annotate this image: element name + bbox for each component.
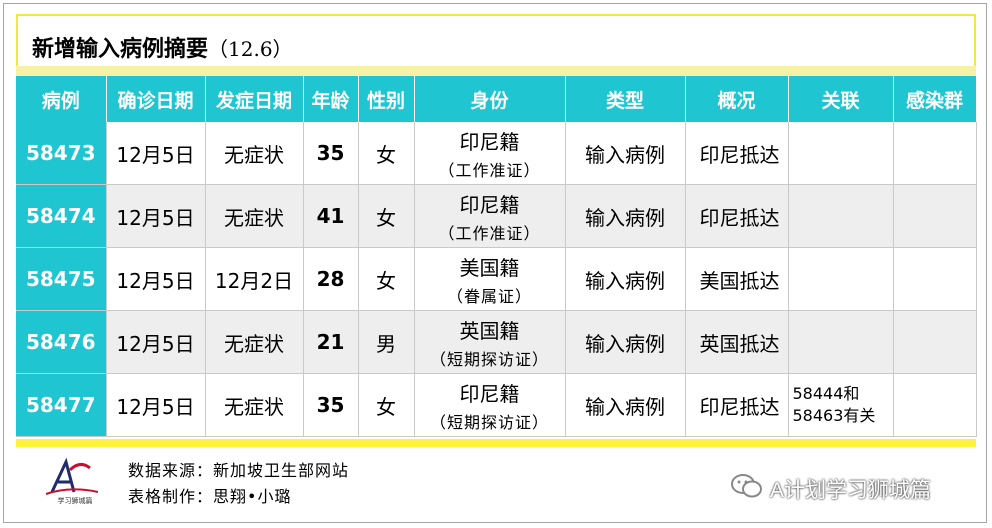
col-header-type: 类型 xyxy=(565,76,686,122)
page-title: 新增输入病例摘要（12.6） xyxy=(32,31,293,63)
cluster xyxy=(893,184,977,248)
table-row: 58473 12月5日 无症状 35 女 印尼籍 （工作准证） 输入病例 印尼抵达 xyxy=(16,122,977,185)
confirm-date: 12月5日 xyxy=(106,247,206,311)
age: 35 xyxy=(303,122,359,185)
link xyxy=(788,184,894,248)
cluster xyxy=(893,122,977,185)
case-type: 输入病例 xyxy=(565,247,686,311)
case-type: 输入病例 xyxy=(565,310,686,374)
table-row: 58476 12月5日 无症状 21 男 英国籍 （短期探访证） 输入病例 英国抵… xyxy=(16,310,977,374)
summary: 美国抵达 xyxy=(685,247,789,311)
cluster xyxy=(893,247,977,311)
col-header-identity: 身份 xyxy=(414,76,566,122)
cases-table: 病例 确诊日期 发症日期 年龄 性别 身份 类型 概况 关联 感染群 58473… xyxy=(16,76,977,437)
onset-date: 无症状 xyxy=(205,184,304,248)
link xyxy=(788,247,894,311)
confirm-date: 12月5日 xyxy=(106,184,206,248)
pass-type: （短期探访证） xyxy=(429,349,549,369)
col-header-cluster: 感染群 xyxy=(893,76,977,122)
age: 28 xyxy=(303,247,359,311)
case-type: 输入病例 xyxy=(565,122,686,185)
summary: 印尼抵达 xyxy=(685,122,789,185)
col-header-link: 关联 xyxy=(788,76,894,122)
onset-date: 无症状 xyxy=(205,122,304,185)
wechat-account-name: A计划学习狮城篇 xyxy=(770,478,932,502)
sex: 女 xyxy=(358,122,415,185)
cluster xyxy=(893,310,977,374)
case-type: 输入病例 xyxy=(565,184,686,248)
onset-date: 无症状 xyxy=(205,373,304,437)
col-header-summary: 概况 xyxy=(685,76,789,122)
footer-credits: 数据来源：新加坡卫生部网站 表格制作：思翔•小璐 xyxy=(128,458,349,510)
sex: 男 xyxy=(358,310,415,374)
onset-date: 无症状 xyxy=(205,310,304,374)
col-header-confirm-date: 确诊日期 xyxy=(106,76,206,122)
nationality: 印尼籍 xyxy=(459,192,520,217)
title-date: （12.6） xyxy=(208,37,293,61)
col-header-age: 年龄 xyxy=(303,76,359,122)
logo-text: 学习狮城篇 xyxy=(58,496,93,505)
link: 58444和58463有关 xyxy=(788,373,894,437)
pass-type: （短期探访证） xyxy=(429,412,549,432)
age: 21 xyxy=(303,310,359,374)
wechat-watermark: A计划学习狮城篇 xyxy=(730,472,931,505)
title-underline xyxy=(16,66,976,76)
logo-icon: 学习狮城篇 xyxy=(40,456,110,506)
title-main: 新增输入病例摘要 xyxy=(32,37,209,62)
table-row: 58474 12月5日 无症状 41 女 印尼籍 （工作准证） 输入病例 印尼抵达 xyxy=(16,184,977,248)
table-bottom-bar xyxy=(16,439,976,447)
link xyxy=(788,310,894,374)
confirm-date: 12月5日 xyxy=(106,122,206,185)
sex: 女 xyxy=(358,373,415,437)
table-maker: 表格制作：思翔•小璐 xyxy=(128,487,292,506)
pass-type: （眷属证） xyxy=(446,286,532,306)
nationality: 英国籍 xyxy=(459,318,520,343)
col-header-sex: 性别 xyxy=(358,76,415,122)
sex: 女 xyxy=(358,184,415,248)
table-row: 58477 12月5日 无症状 35 女 印尼籍 （短期探访证） 输入病例 印尼抵… xyxy=(16,373,977,437)
identity: 印尼籍 （工作准证） xyxy=(414,184,566,248)
summary: 印尼抵达 xyxy=(685,373,789,437)
table-header-row: 病例 确诊日期 发症日期 年龄 性别 身份 类型 概况 关联 感染群 xyxy=(16,76,977,122)
identity: 印尼籍 （短期探访证） xyxy=(414,373,566,437)
title-box: 新增输入病例摘要（12.6） xyxy=(16,14,976,66)
col-header-case: 病例 xyxy=(16,76,107,122)
age: 41 xyxy=(303,184,359,248)
link xyxy=(788,122,894,185)
cluster xyxy=(893,373,977,437)
identity: 印尼籍 （工作准证） xyxy=(414,122,566,185)
identity: 英国籍 （短期探访证） xyxy=(414,310,566,374)
age: 35 xyxy=(303,373,359,437)
case-id: 58476 xyxy=(16,310,107,374)
case-id: 58473 xyxy=(16,122,107,185)
data-source: 数据来源：新加坡卫生部网站 xyxy=(128,461,350,480)
identity: 美国籍 （眷属证） xyxy=(414,247,566,311)
case-type: 输入病例 xyxy=(565,373,686,437)
confirm-date: 12月5日 xyxy=(106,310,206,374)
pass-type: （工作准证） xyxy=(438,160,541,180)
summary: 英国抵达 xyxy=(685,310,789,374)
case-id: 58475 xyxy=(16,247,107,311)
nationality: 美国籍 xyxy=(459,255,520,280)
onset-date: 12月2日 xyxy=(205,247,304,311)
case-id: 58474 xyxy=(16,184,107,248)
wechat-icon xyxy=(730,472,764,505)
case-id: 58477 xyxy=(16,373,107,437)
confirm-date: 12月5日 xyxy=(106,373,206,437)
pass-type: （工作准证） xyxy=(438,223,541,243)
col-header-onset-date: 发症日期 xyxy=(205,76,304,122)
nationality: 印尼籍 xyxy=(459,129,520,154)
table-row: 58475 12月5日 12月2日 28 女 美国籍 （眷属证） 输入病例 美国抵… xyxy=(16,247,977,311)
nationality: 印尼籍 xyxy=(459,381,520,406)
sex: 女 xyxy=(358,247,415,311)
summary: 印尼抵达 xyxy=(685,184,789,248)
